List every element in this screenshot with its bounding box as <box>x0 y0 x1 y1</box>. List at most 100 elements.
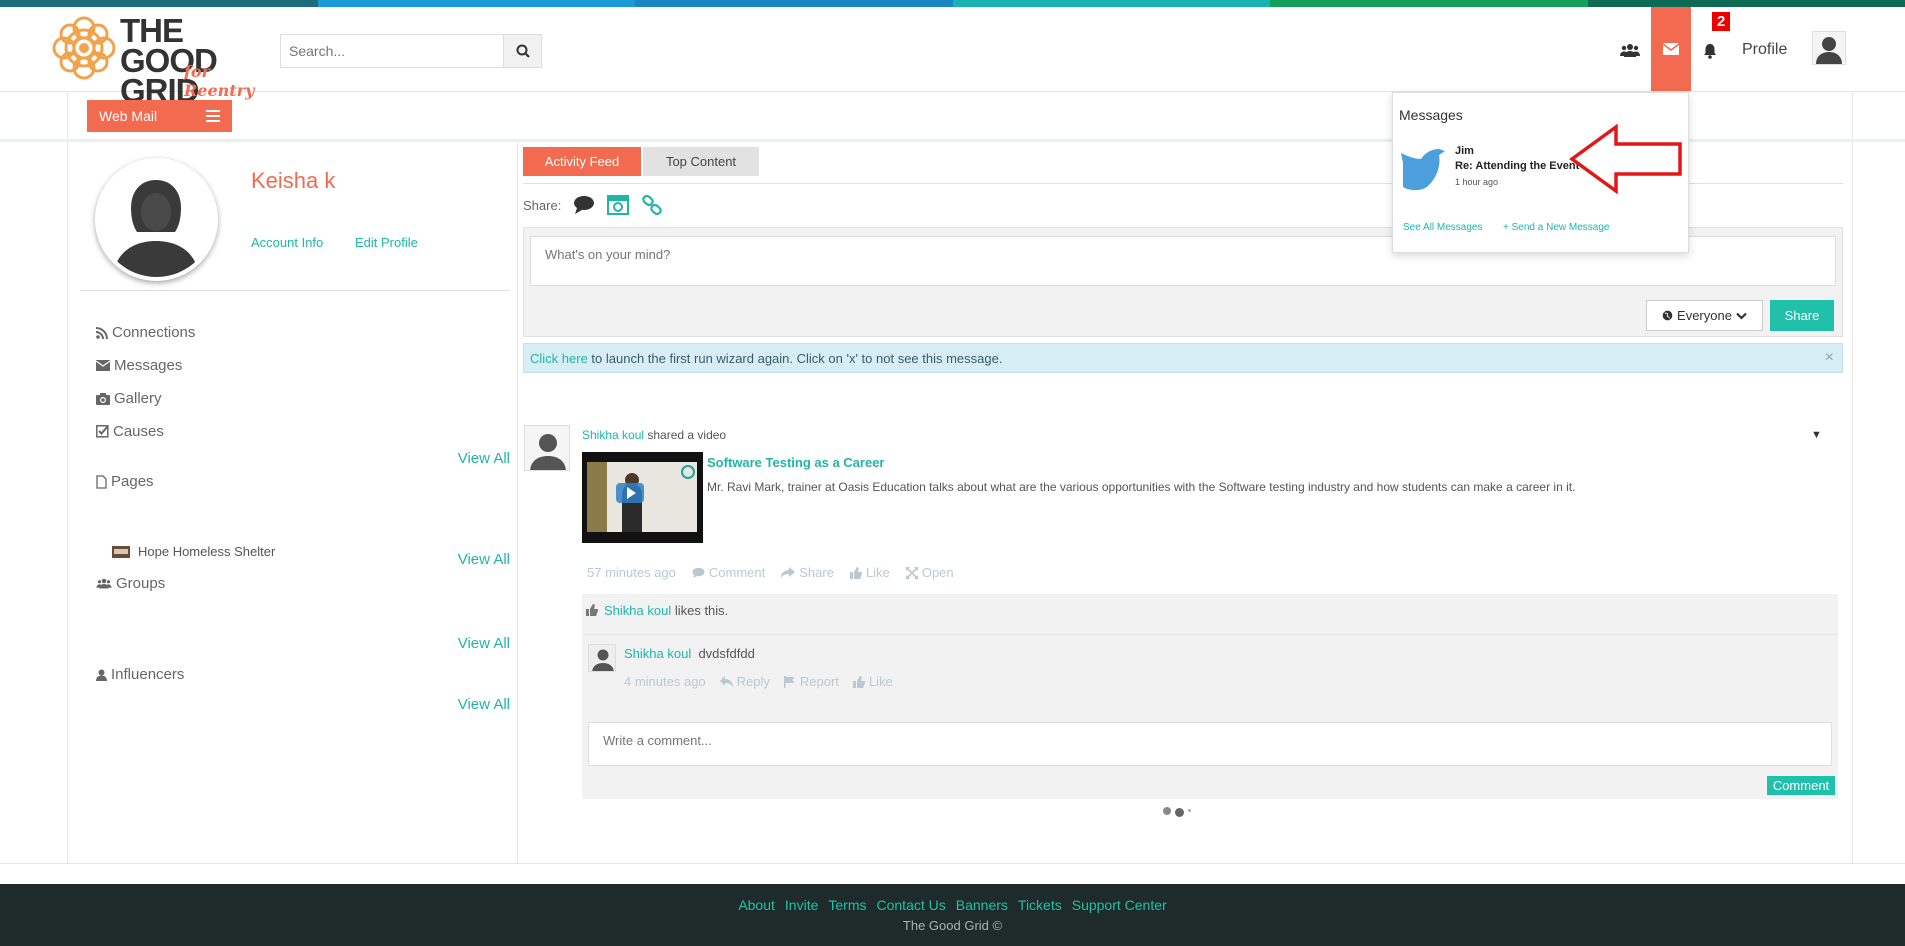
thumbs-up-icon <box>586 604 598 616</box>
divider <box>80 290 510 291</box>
sidebar-item-influencers[interactable]: Influencers <box>96 666 184 683</box>
link-icon[interactable] <box>641 195 663 215</box>
post-actions: 57 minutes ago Comment Share Like Open <box>587 565 954 580</box>
checkbox-icon <box>96 425 109 438</box>
rss-icon <box>96 326 108 339</box>
message-subject[interactable]: Re: Attending the Event <box>1455 160 1579 172</box>
message-time: 1 hour ago <box>1455 177 1499 187</box>
report-label: Report <box>799 674 839 689</box>
send-new-message-link[interactable]: + Send a New Message <box>1503 222 1609 233</box>
post-author-avatar[interactable] <box>524 425 570 471</box>
comment-input[interactable] <box>588 722 1832 766</box>
search-button[interactable] <box>503 35 541 67</box>
groups-view-all-link[interactable]: View All <box>458 635 510 652</box>
share-action[interactable]: Share <box>781 565 834 580</box>
webmail-button[interactable]: Web Mail <box>87 100 232 132</box>
message-sender[interactable]: Jim <box>1455 145 1474 157</box>
first-run-alert: Click here to launch the first run wizar… <box>523 343 1843 373</box>
messages-nav-button[interactable] <box>1651 7 1691 91</box>
post-options-caret-icon[interactable]: ▼ <box>1811 429 1822 441</box>
notifications-nav-button[interactable] <box>1692 33 1728 69</box>
likes-summary: Shikha koul likes this. <box>586 600 728 620</box>
divider <box>0 863 1905 864</box>
footer-link-support-center[interactable]: Support Center <box>1072 897 1167 913</box>
photo-icon[interactable] <box>607 195 630 215</box>
footer-link-invite[interactable]: Invite <box>785 897 818 913</box>
profile-name: Keisha k <box>251 168 336 193</box>
thumbs-up-icon <box>852 675 865 688</box>
close-icon[interactable]: × <box>1825 349 1834 367</box>
report-action[interactable]: Report <box>783 674 839 689</box>
likes-author-link[interactable]: Shikha koul <box>604 603 671 618</box>
message-sender-avatar[interactable] <box>1399 145 1447 193</box>
influencers-view-all-link[interactable]: View All <box>458 696 510 713</box>
causes-view-all-link[interactable]: View All <box>458 450 510 467</box>
user-silhouette-icon <box>592 649 614 671</box>
sidebar-item-groups[interactable]: Groups <box>96 575 165 592</box>
share-type-row: Share: <box>523 195 663 215</box>
sidebar-item-causes[interactable]: Causes <box>96 423 164 440</box>
reply-action[interactable]: Reply <box>719 674 770 689</box>
globe-icon <box>1662 310 1673 321</box>
footer-link-banners[interactable]: Banners <box>956 897 1008 913</box>
pages-view-all-link[interactable]: View All <box>458 551 510 568</box>
like-action[interactable]: Like <box>849 565 890 580</box>
sidebar-item-label: Connections <box>112 324 196 341</box>
open-action[interactable]: Open <box>905 565 954 580</box>
sidebar-item-pages[interactable]: Pages <box>96 473 154 490</box>
speech-bubble-icon[interactable] <box>573 195 595 215</box>
tab-top-content[interactable]: Top Content <box>643 147 759 176</box>
footer-link-about[interactable]: About <box>738 897 775 913</box>
comment-like-action[interactable]: Like <box>852 674 893 689</box>
plus-icon: + <box>1503 222 1512 233</box>
sidebar-item-gallery[interactable]: Gallery <box>96 390 162 407</box>
connections-nav-button[interactable] <box>1612 33 1648 69</box>
camera-icon <box>96 392 110 405</box>
share-action-label: Share <box>799 565 834 580</box>
page-thumbnail-icon <box>112 545 130 558</box>
account-info-link[interactable]: Account Info <box>251 235 323 250</box>
page-item-label: Hope Homeless Shelter <box>138 544 276 559</box>
footer-links: About Invite Terms Contact Us Banners Ti… <box>0 897 1905 913</box>
share-button[interactable]: Share <box>1770 300 1834 331</box>
comment-author-link[interactable]: Shikha koul <box>624 646 691 661</box>
comment-text: dvdsfdfdd <box>698 646 755 661</box>
video-thumbnail[interactable] <box>582 452 703 543</box>
share-label: Share: <box>523 197 562 213</box>
thumbs-up-icon <box>849 566 862 579</box>
sidebar-item-label: Gallery <box>114 390 162 407</box>
profile-avatar[interactable] <box>95 158 218 281</box>
header-avatar[interactable] <box>1812 31 1846 65</box>
first-run-wizard-link[interactable]: Click here <box>530 351 588 366</box>
envelope-icon <box>96 360 110 371</box>
list-menu-icon <box>206 110 220 122</box>
footer-link-contact-us[interactable]: Contact Us <box>877 897 946 913</box>
footer-link-tickets[interactable]: Tickets <box>1018 897 1062 913</box>
see-all-messages-link[interactable]: See All Messages <box>1403 222 1483 233</box>
page-item-hope-homeless-shelter[interactable]: Hope Homeless Shelter <box>112 544 275 559</box>
video-title-link[interactable]: Software Testing as a Career <box>707 455 885 470</box>
post-author-link[interactable]: Shikha koul <box>582 428 644 442</box>
tab-activity-feed[interactable]: Activity Feed <box>523 147 641 176</box>
bell-icon <box>1704 44 1716 59</box>
sidebar-item-connections[interactable]: Connections <box>96 324 195 341</box>
comment-submit-button[interactable]: Comment <box>1767 776 1835 795</box>
user-silhouette-icon <box>530 434 566 470</box>
comment-actions: 4 minutes ago Reply Report Like <box>624 674 893 689</box>
user-silhouette-icon <box>1816 37 1842 64</box>
female-silhouette-icon <box>99 162 214 277</box>
comment-action[interactable]: Comment <box>692 565 765 580</box>
sidebar-item-messages[interactable]: Messages <box>96 357 182 374</box>
post-timestamp[interactable]: 57 minutes ago <box>587 565 676 580</box>
comment-author-avatar[interactable] <box>588 644 616 672</box>
visibility-dropdown[interactable]: Everyone <box>1646 300 1763 331</box>
search-input[interactable] <box>281 35 503 67</box>
comment-like-label: Like <box>868 674 893 689</box>
edit-profile-link[interactable]: Edit Profile <box>355 235 418 250</box>
footer-link-terms[interactable]: Terms <box>828 897 866 913</box>
video-description: Mr. Ravi Mark, trainer at Oasis Educatio… <box>707 480 1576 494</box>
logo[interactable]: THE GOOD GRID for Reentry <box>50 12 265 107</box>
profile-link[interactable]: Profile <box>1742 41 1787 59</box>
footer: About Invite Terms Contact Us Banners Ti… <box>0 884 1905 946</box>
notification-badge: 2 <box>1712 12 1731 31</box>
